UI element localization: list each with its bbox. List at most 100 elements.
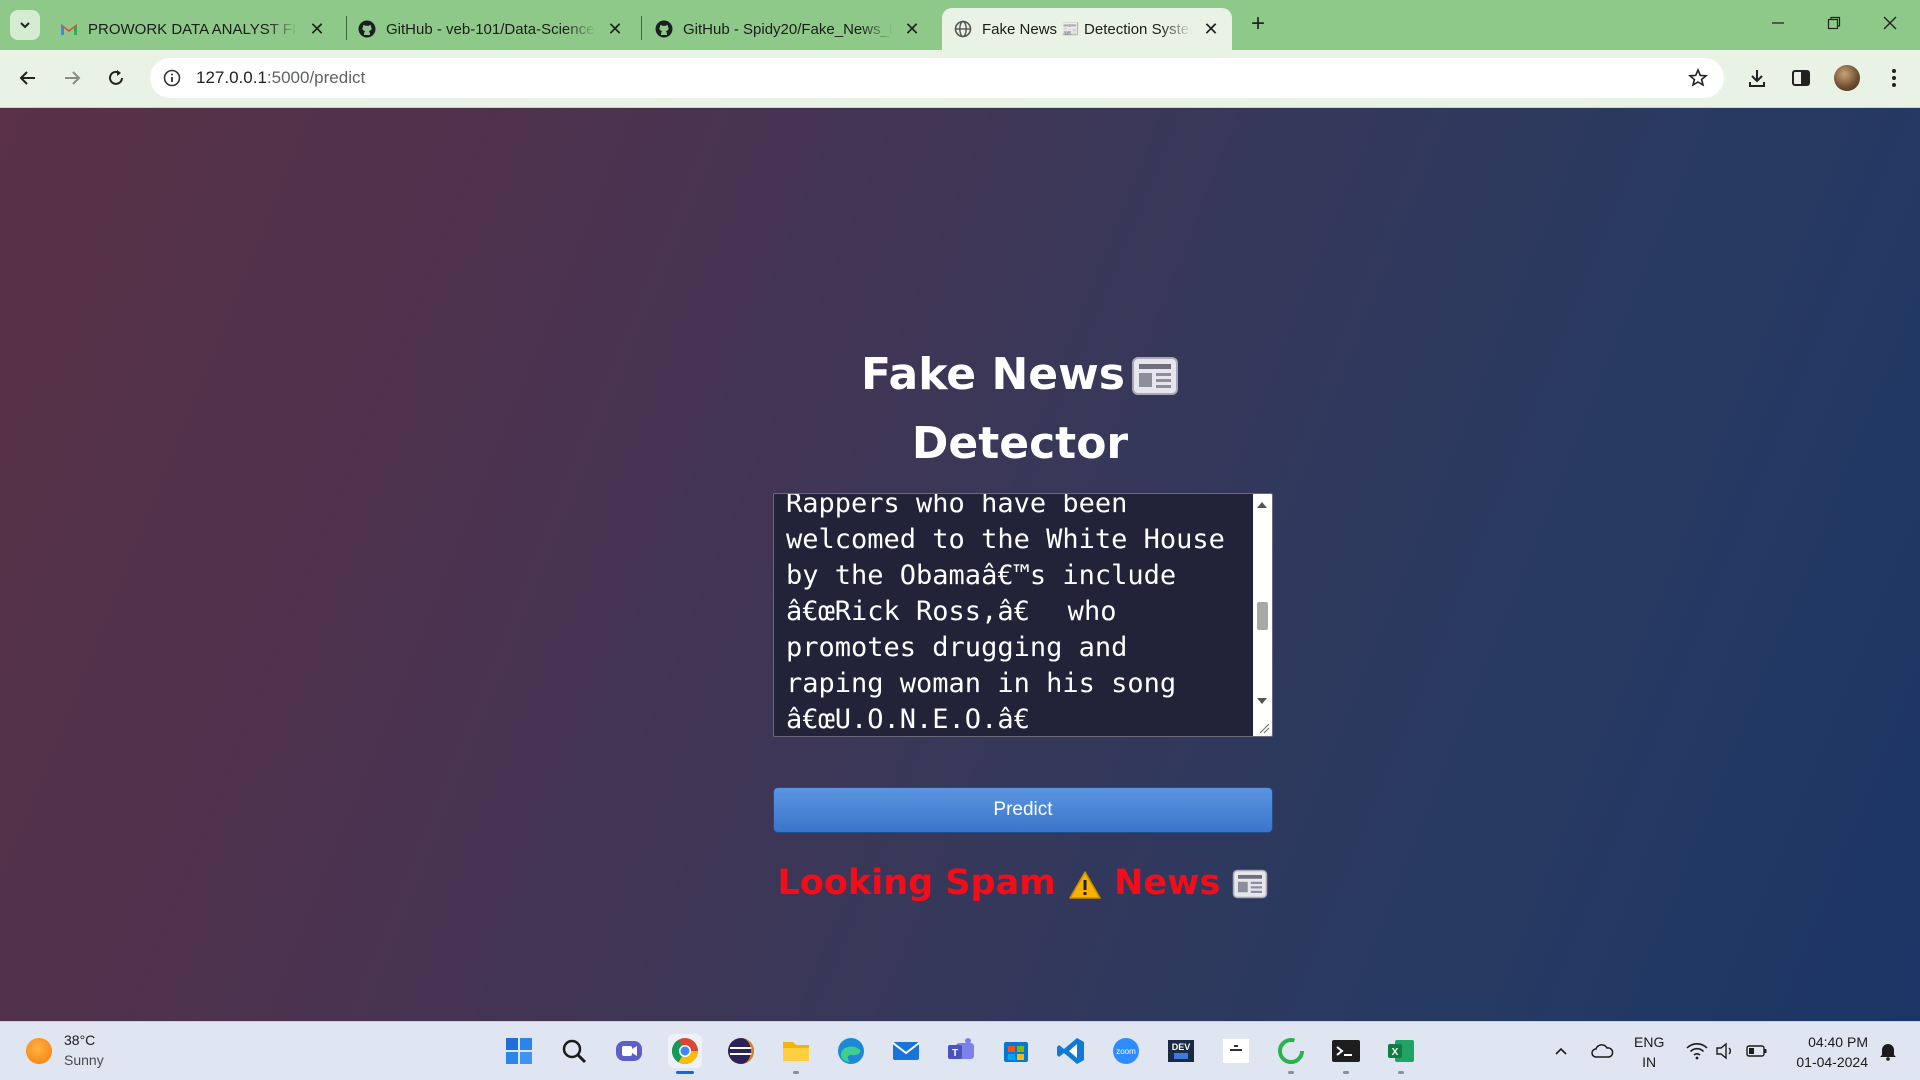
tab-title: GitHub - Spidy20/Fake_News_Detection [683, 20, 893, 38]
edge-icon[interactable] [834, 1034, 868, 1068]
tab-title: Fake News 📰 Detection System [982, 21, 1192, 38]
bookmark-star-icon[interactable] [1686, 66, 1710, 90]
close-tab-icon[interactable]: ✕ [1202, 19, 1220, 40]
github-icon [655, 20, 673, 38]
mail-icon[interactable] [889, 1034, 923, 1068]
page-body: Fake News Detector Rappers who have been… [0, 108, 1920, 1021]
minimize-button[interactable] [1758, 8, 1798, 38]
battery-icon[interactable] [1744, 1038, 1770, 1064]
volume-icon[interactable] [1713, 1038, 1739, 1064]
tab-search-button[interactable] [10, 10, 40, 40]
tab-gmail[interactable]: PROWORK DATA ANALYST FINAL ✕ [48, 8, 338, 50]
tab-github-spidy[interactable]: GitHub - Spidy20/Fake_News_Detection ✕ [643, 8, 933, 50]
store-icon[interactable] [999, 1034, 1033, 1068]
refresh-app-icon[interactable] [1274, 1034, 1308, 1074]
minimize-icon [1772, 22, 1784, 24]
newspaper-icon [1232, 866, 1268, 912]
side-panel-button[interactable] [1787, 64, 1815, 92]
close-icon [1883, 16, 1897, 30]
page-title: Fake News Detector [760, 344, 1280, 474]
excel-icon[interactable]: X [1384, 1034, 1418, 1074]
running-indicator [1288, 1071, 1294, 1074]
wifi-icon[interactable] [1684, 1038, 1710, 1064]
search-icon[interactable] [557, 1034, 591, 1068]
url-text: 127.0.0.1:5000/predict [196, 68, 365, 88]
windows-start-icon[interactable] [502, 1034, 536, 1068]
url-host: 127.0.0.1 [196, 68, 267, 87]
menu-button[interactable] [1880, 64, 1908, 92]
gmail-icon [61, 24, 77, 35]
region-label: IN [1642, 1054, 1657, 1070]
news-textarea[interactable]: Rappers who have been welcomed to the Wh… [773, 493, 1273, 737]
restore-button[interactable] [1814, 8, 1854, 38]
tab-bar: PROWORK DATA ANALYST FINAL ✕ GitHub - ve… [0, 0, 1920, 50]
close-tab-icon[interactable]: ✕ [308, 19, 326, 40]
notification-bell-icon[interactable] [1875, 1038, 1901, 1064]
system-clock[interactable]: 04:40 PM 01-04-2024 [1784, 1032, 1868, 1072]
result-label: Looking Spam [777, 863, 1056, 903]
taskbar: 38°C Sunny T zoom DEV X ENG IN 04:40 PM … [0, 1021, 1920, 1080]
title-line-1: Fake News [861, 349, 1125, 400]
weather-sun-icon[interactable] [26, 1038, 52, 1064]
chevron-up-icon[interactable] [1548, 1038, 1574, 1064]
app-icon[interactable] [1219, 1034, 1253, 1068]
tab-divider [641, 16, 642, 40]
title-line-2: Detector [911, 418, 1129, 469]
site-info-icon[interactable] [160, 66, 184, 90]
dev-icon[interactable]: DEV [1164, 1034, 1198, 1068]
prediction-result: Looking Spam News [760, 860, 1286, 912]
svg-text:T: T [952, 1048, 958, 1059]
globe-icon [954, 20, 972, 38]
restore-icon [1827, 16, 1841, 30]
close-tab-icon[interactable]: ✕ [903, 19, 921, 40]
reload-button[interactable] [100, 62, 132, 94]
clock-date: 01-04-2024 [1796, 1054, 1868, 1070]
url-path: :5000/predict [266, 68, 366, 87]
eclipse-icon[interactable] [724, 1034, 758, 1068]
file-explorer-icon[interactable] [779, 1034, 813, 1074]
running-indicator [1343, 1071, 1349, 1074]
news-textarea-content[interactable]: Rappers who have been welcomed to the Wh… [786, 494, 1246, 736]
forward-button[interactable] [56, 62, 88, 94]
warning-icon [1068, 866, 1102, 912]
resize-grip-icon[interactable] [1258, 722, 1270, 734]
new-tab-button[interactable]: + [1244, 10, 1272, 38]
scroll-up-icon[interactable] [1257, 502, 1267, 508]
arrow-left-icon [19, 71, 35, 85]
vscode-icon[interactable] [1054, 1034, 1088, 1068]
arrow-right-icon [65, 71, 81, 85]
downloads-button[interactable] [1743, 64, 1771, 92]
weather-description[interactable]: Sunny [64, 1052, 104, 1068]
svg-text:zoom: zoom [1116, 1047, 1136, 1056]
clock-time: 04:40 PM [1808, 1034, 1868, 1050]
running-indicator [793, 1071, 799, 1074]
profile-button[interactable] [1833, 64, 1861, 92]
meet-icon[interactable] [612, 1034, 646, 1068]
tab-github-veb[interactable]: GitHub - veb-101/Data-Science ✕ [346, 8, 636, 50]
tab-fake-news[interactable]: Fake News 📰 Detection System ✕ [942, 8, 1232, 50]
back-button[interactable] [12, 62, 44, 94]
close-tab-icon[interactable]: ✕ [606, 19, 624, 40]
chevron-down-icon [20, 22, 30, 29]
weather-temperature[interactable]: 38°C [64, 1032, 95, 1048]
close-window-button[interactable] [1870, 8, 1910, 38]
download-icon [1749, 70, 1765, 87]
avatar [1834, 65, 1860, 91]
github-icon [358, 20, 376, 38]
teams-icon[interactable]: T [944, 1034, 978, 1068]
terminal-icon[interactable] [1329, 1034, 1363, 1074]
active-indicator [676, 1071, 694, 1074]
reload-icon [109, 70, 123, 85]
language-indicator[interactable]: ENG IN [1634, 1032, 1664, 1072]
textarea-scrollbar[interactable] [1253, 494, 1272, 736]
address-bar[interactable]: 127.0.0.1:5000/predict [150, 58, 1724, 98]
onedrive-cloud-icon[interactable] [1589, 1038, 1615, 1064]
more-vertical-icon [1892, 69, 1896, 87]
scroll-down-icon[interactable] [1257, 698, 1267, 704]
predict-button[interactable]: Predict [773, 787, 1273, 833]
zoom-icon[interactable]: zoom [1109, 1034, 1143, 1068]
newspaper-icon [1131, 352, 1179, 413]
scrollbar-thumb[interactable] [1257, 602, 1268, 630]
result-label-news: News [1114, 863, 1221, 903]
chrome-icon[interactable] [668, 1034, 702, 1074]
